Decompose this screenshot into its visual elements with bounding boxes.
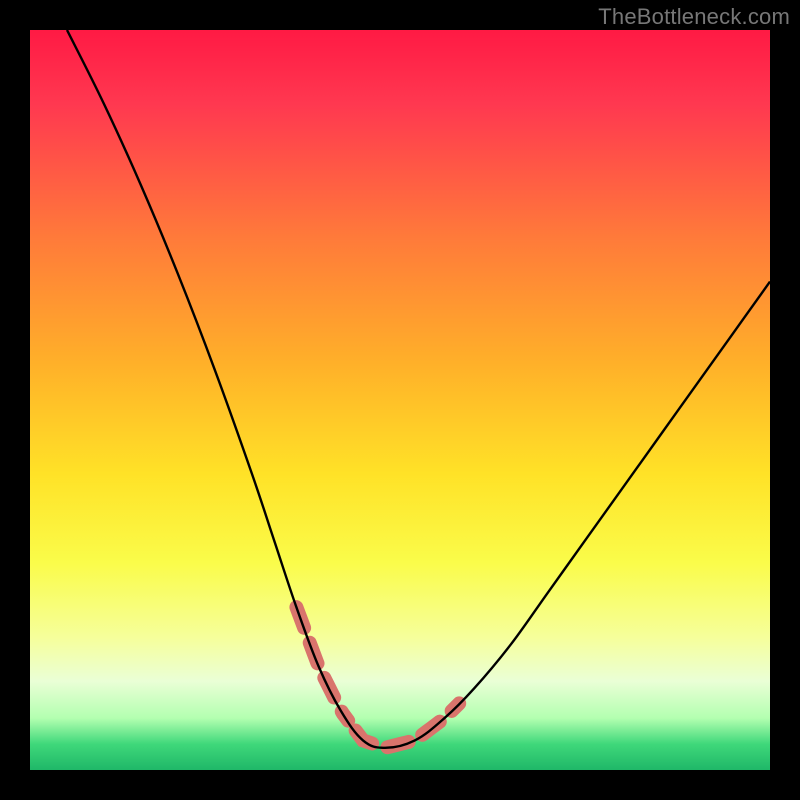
chart-frame: TheBottleneck.com (0, 0, 800, 800)
gradient-background (30, 30, 770, 770)
chart-svg (30, 30, 770, 770)
chart-plot-area (30, 30, 770, 770)
watermark-text: TheBottleneck.com (598, 4, 790, 30)
